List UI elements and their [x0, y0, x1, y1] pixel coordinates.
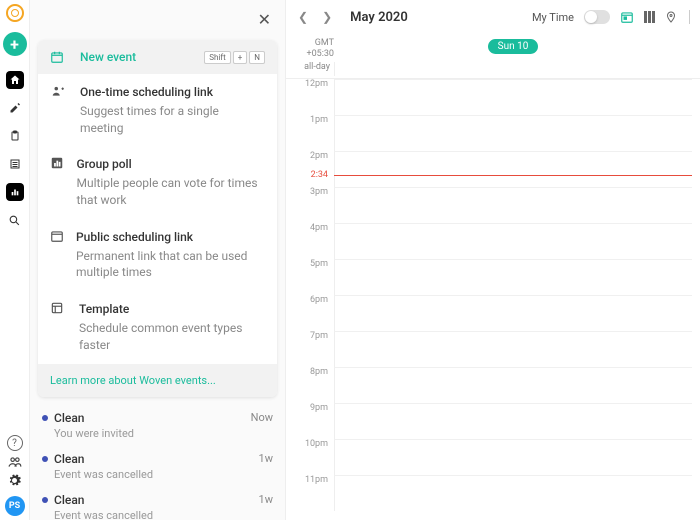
keyboard-shortcut: Shift + N: [204, 51, 265, 64]
hour-slot[interactable]: [334, 259, 692, 295]
hour-label: 9pm: [294, 403, 334, 439]
event-title: Clean: [54, 452, 253, 466]
logo-icon: [6, 4, 24, 22]
event-title: Clean: [54, 493, 253, 507]
nav-search-icon[interactable]: [6, 211, 24, 229]
list-item[interactable]: Clean 1w Event was cancelled: [42, 487, 273, 520]
menu-item-sub: Multiple people can vote for times that …: [77, 175, 266, 209]
location-icon[interactable]: [665, 10, 677, 24]
hour-grid[interactable]: 12pm1pm2pm3pm4pm5pm6pm7pm8pm9pm10pm11pm 2…: [286, 79, 700, 520]
hour-label: 2pm: [294, 151, 334, 187]
list-item[interactable]: Clean 1w Event was cancelled: [42, 446, 273, 487]
status-dot: [42, 497, 48, 503]
menu-item-title: Group poll: [77, 156, 266, 173]
calendar-header: ❮ ❯ May 2020 My Time: [286, 0, 700, 34]
hour-slot[interactable]: [334, 79, 692, 115]
hour-label: 6pm: [294, 295, 334, 331]
allday-label: all-day: [294, 62, 334, 76]
help-icon[interactable]: ?: [7, 435, 23, 451]
hour-label: 10pm: [294, 439, 334, 475]
mytime-label: My Time: [532, 11, 574, 24]
menu-item-sub: Permanent link that can be used multiple…: [76, 248, 265, 282]
left-panel: ✕ New event Shift + N One-time schedulin…: [30, 0, 286, 520]
status-dot: [42, 415, 48, 421]
template-icon: [50, 301, 67, 315]
event-type-card: New event Shift + N One-time scheduling …: [38, 40, 277, 397]
event-sub: Event was cancelled: [54, 468, 273, 481]
calendar-view-icon[interactable]: [620, 10, 634, 24]
now-label: 2:34: [294, 170, 334, 180]
hour-label: 11pm: [294, 475, 334, 511]
hour-label: 4pm: [294, 223, 334, 259]
events-list: Clean Now You were invited Clean 1w Event …: [30, 397, 285, 520]
person-add-icon: [50, 84, 68, 98]
day-header: GMT+05:30 Sun 10: [286, 34, 700, 60]
menu-item-title: Public scheduling link: [76, 229, 265, 246]
hour-slot[interactable]: [334, 367, 692, 403]
nav-list-icon[interactable]: [6, 155, 24, 173]
menu-group-poll[interactable]: Group poll Multiple people can vote for …: [38, 146, 277, 218]
event-title: Clean: [54, 411, 245, 425]
menu-item-sub: Schedule common event types faster: [79, 320, 265, 354]
month-label: May 2020: [350, 10, 408, 25]
list-item[interactable]: Clean Now You were invited: [42, 405, 273, 446]
hour-label: 3pm: [294, 187, 334, 223]
calendar-pane: ❮ ❯ May 2020 My Time GMT+05:30 Sun 10 al…: [286, 0, 700, 520]
hour-label: 5pm: [294, 259, 334, 295]
event-sub: Event was cancelled: [54, 509, 273, 520]
hour-label: 7pm: [294, 331, 334, 367]
add-button[interactable]: +: [3, 32, 27, 56]
timezone-label: GMT+05:30: [294, 34, 334, 60]
nav-edit-icon[interactable]: [6, 99, 24, 117]
settings-icon[interactable]: [7, 473, 22, 488]
hour-label: 1pm: [294, 115, 334, 151]
calendar-link-icon: [50, 229, 64, 243]
day-badge[interactable]: Sun 10: [488, 39, 539, 54]
prev-button[interactable]: ❮: [296, 8, 310, 26]
event-time: Now: [251, 411, 273, 424]
hour-slot[interactable]: [334, 223, 692, 259]
hour-slot[interactable]: [334, 439, 692, 475]
new-event-row[interactable]: New event Shift + N: [38, 40, 277, 74]
hour-slot[interactable]: [334, 115, 692, 151]
hour-label: 12pm: [294, 79, 334, 115]
nav-home-icon[interactable]: [6, 71, 24, 89]
next-button[interactable]: ❯: [320, 8, 334, 26]
nav-analytics-icon[interactable]: [6, 183, 24, 201]
divider: [689, 10, 690, 24]
menu-item-title: Template: [79, 301, 265, 318]
allday-cell[interactable]: [334, 62, 692, 76]
hour-slot[interactable]: [334, 151, 692, 187]
app-sidebar: + ? PS: [0, 0, 30, 520]
now-line: [334, 175, 692, 176]
status-dot: [42, 456, 48, 462]
nav-clipboard-icon[interactable]: [6, 127, 24, 145]
event-time: 1w: [259, 452, 273, 465]
close-icon[interactable]: ✕: [258, 10, 271, 29]
calendar-icon: [50, 50, 68, 64]
menu-template[interactable]: Template Schedule common event types fas…: [38, 291, 277, 363]
event-sub: You were invited: [54, 427, 273, 440]
event-time: 1w: [259, 493, 273, 506]
allday-row: all-day: [286, 60, 700, 79]
new-event-label: New event: [80, 50, 192, 64]
hour-slot[interactable]: [334, 403, 692, 439]
mytime-toggle[interactable]: [584, 10, 610, 24]
menu-public-link[interactable]: Public scheduling link Permanent link th…: [38, 219, 277, 291]
user-avatar[interactable]: PS: [5, 496, 25, 516]
hour-slot[interactable]: [334, 331, 692, 367]
learn-more-link[interactable]: Learn more about Woven events...: [38, 364, 277, 397]
menu-onetime-link[interactable]: One-time scheduling link Suggest times f…: [38, 74, 277, 146]
people-icon[interactable]: [7, 455, 23, 469]
hour-slot[interactable]: [334, 187, 692, 223]
hour-slot[interactable]: [334, 475, 692, 511]
columns-view-icon[interactable]: [644, 11, 655, 23]
menu-item-title: One-time scheduling link: [80, 84, 265, 101]
menu-item-sub: Suggest times for a single meeting: [80, 103, 265, 137]
hour-label: 8pm: [294, 367, 334, 403]
hour-slot[interactable]: [334, 295, 692, 331]
poll-icon: [50, 156, 65, 170]
